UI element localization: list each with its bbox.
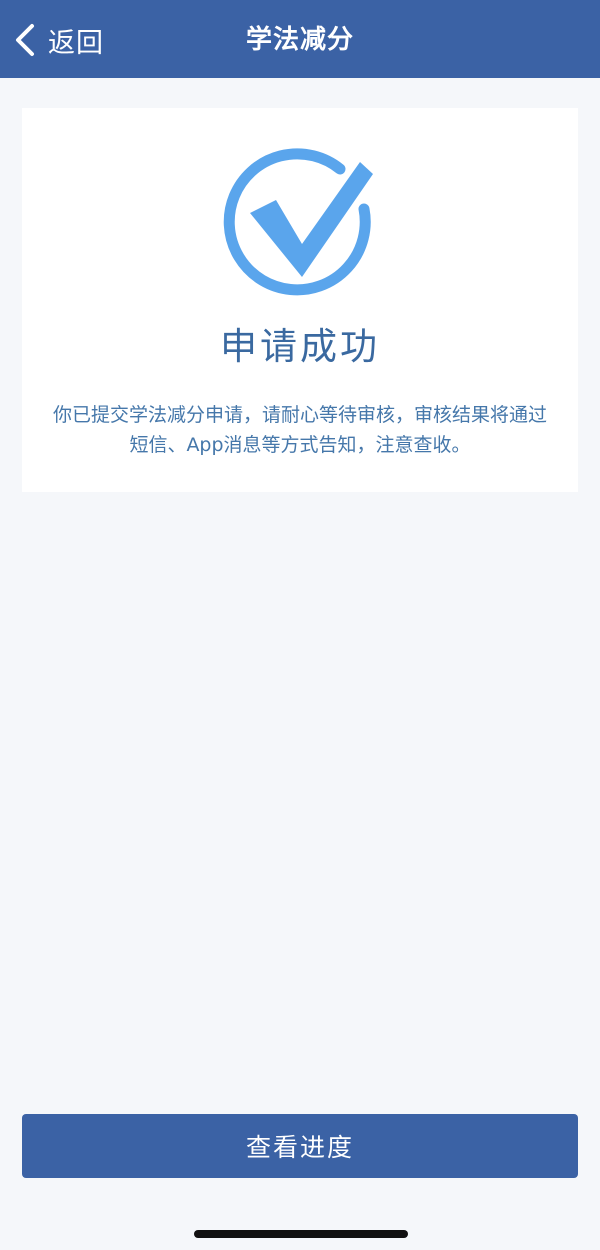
result-card: 申请成功 你已提交学法减分申请，请耐心等待审核，审核结果将通过短信、App消息等… [22, 108, 578, 492]
check-circle-icon [222, 146, 382, 306]
success-title: 申请成功 [220, 325, 380, 368]
top-navbar: 返回 学法减分 [0, 0, 600, 78]
view-progress-button[interactable]: 查看进度 [22, 1114, 578, 1178]
page-title: 学法减分 [245, 25, 354, 55]
home-indicator [194, 1230, 408, 1238]
success-description: 你已提交学法减分申请，请耐心等待审核，审核结果将通过短信、App消息等方式告知，… [52, 404, 547, 456]
